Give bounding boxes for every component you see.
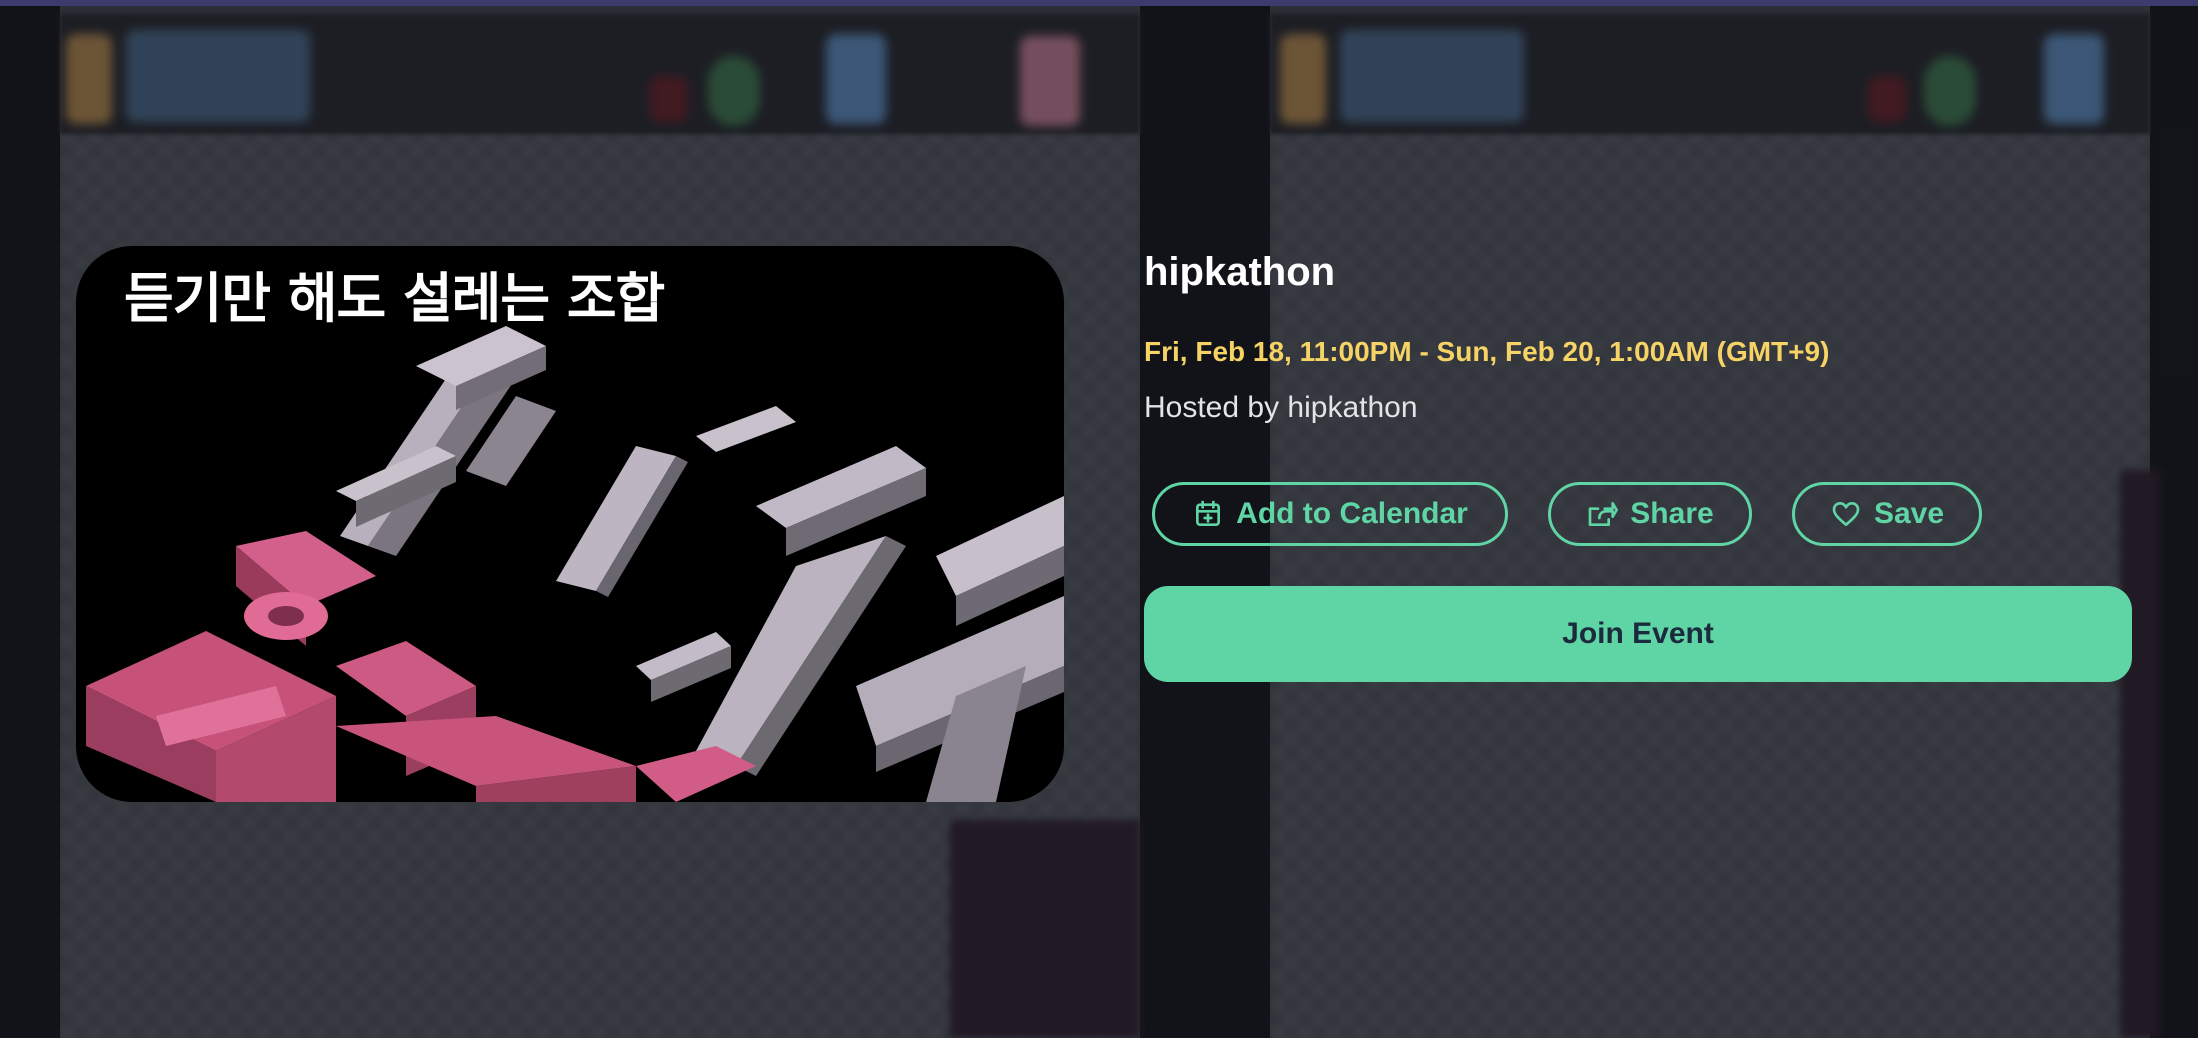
- poster-headline: 듣기만 해도 설레는 조합: [124, 267, 665, 330]
- join-event-button[interactable]: Join Event: [1144, 586, 2132, 682]
- event-details: hipkathon Fri, Feb 18, 11:00PM - Sun, Fe…: [1144, 240, 2132, 682]
- share-button[interactable]: Share: [1548, 482, 1752, 546]
- event-host: Hosted by hipkathon: [1144, 391, 1418, 424]
- top-accent-line: [0, 0, 2198, 6]
- add-to-calendar-label: Add to Calendar: [1236, 497, 1468, 530]
- event-title: hipkathon: [1144, 250, 1336, 294]
- share-label: Share: [1630, 497, 1714, 530]
- event-action-row: Add to Calendar Share Save: [1144, 482, 2132, 546]
- heart-icon: [1832, 502, 1860, 526]
- add-to-calendar-button[interactable]: Add to Calendar: [1152, 482, 1508, 546]
- save-button[interactable]: Save: [1792, 482, 1982, 546]
- calendar-plus-icon: [1196, 500, 1221, 526]
- event-poster: 듣기만 해도 설레는 조합: [76, 246, 1064, 802]
- event-date-range: Fri, Feb 18, 11:00PM - Sun, Feb 20, 1:00…: [1144, 336, 1830, 367]
- save-label: Save: [1873, 497, 1945, 530]
- share-icon: [1588, 502, 1619, 526]
